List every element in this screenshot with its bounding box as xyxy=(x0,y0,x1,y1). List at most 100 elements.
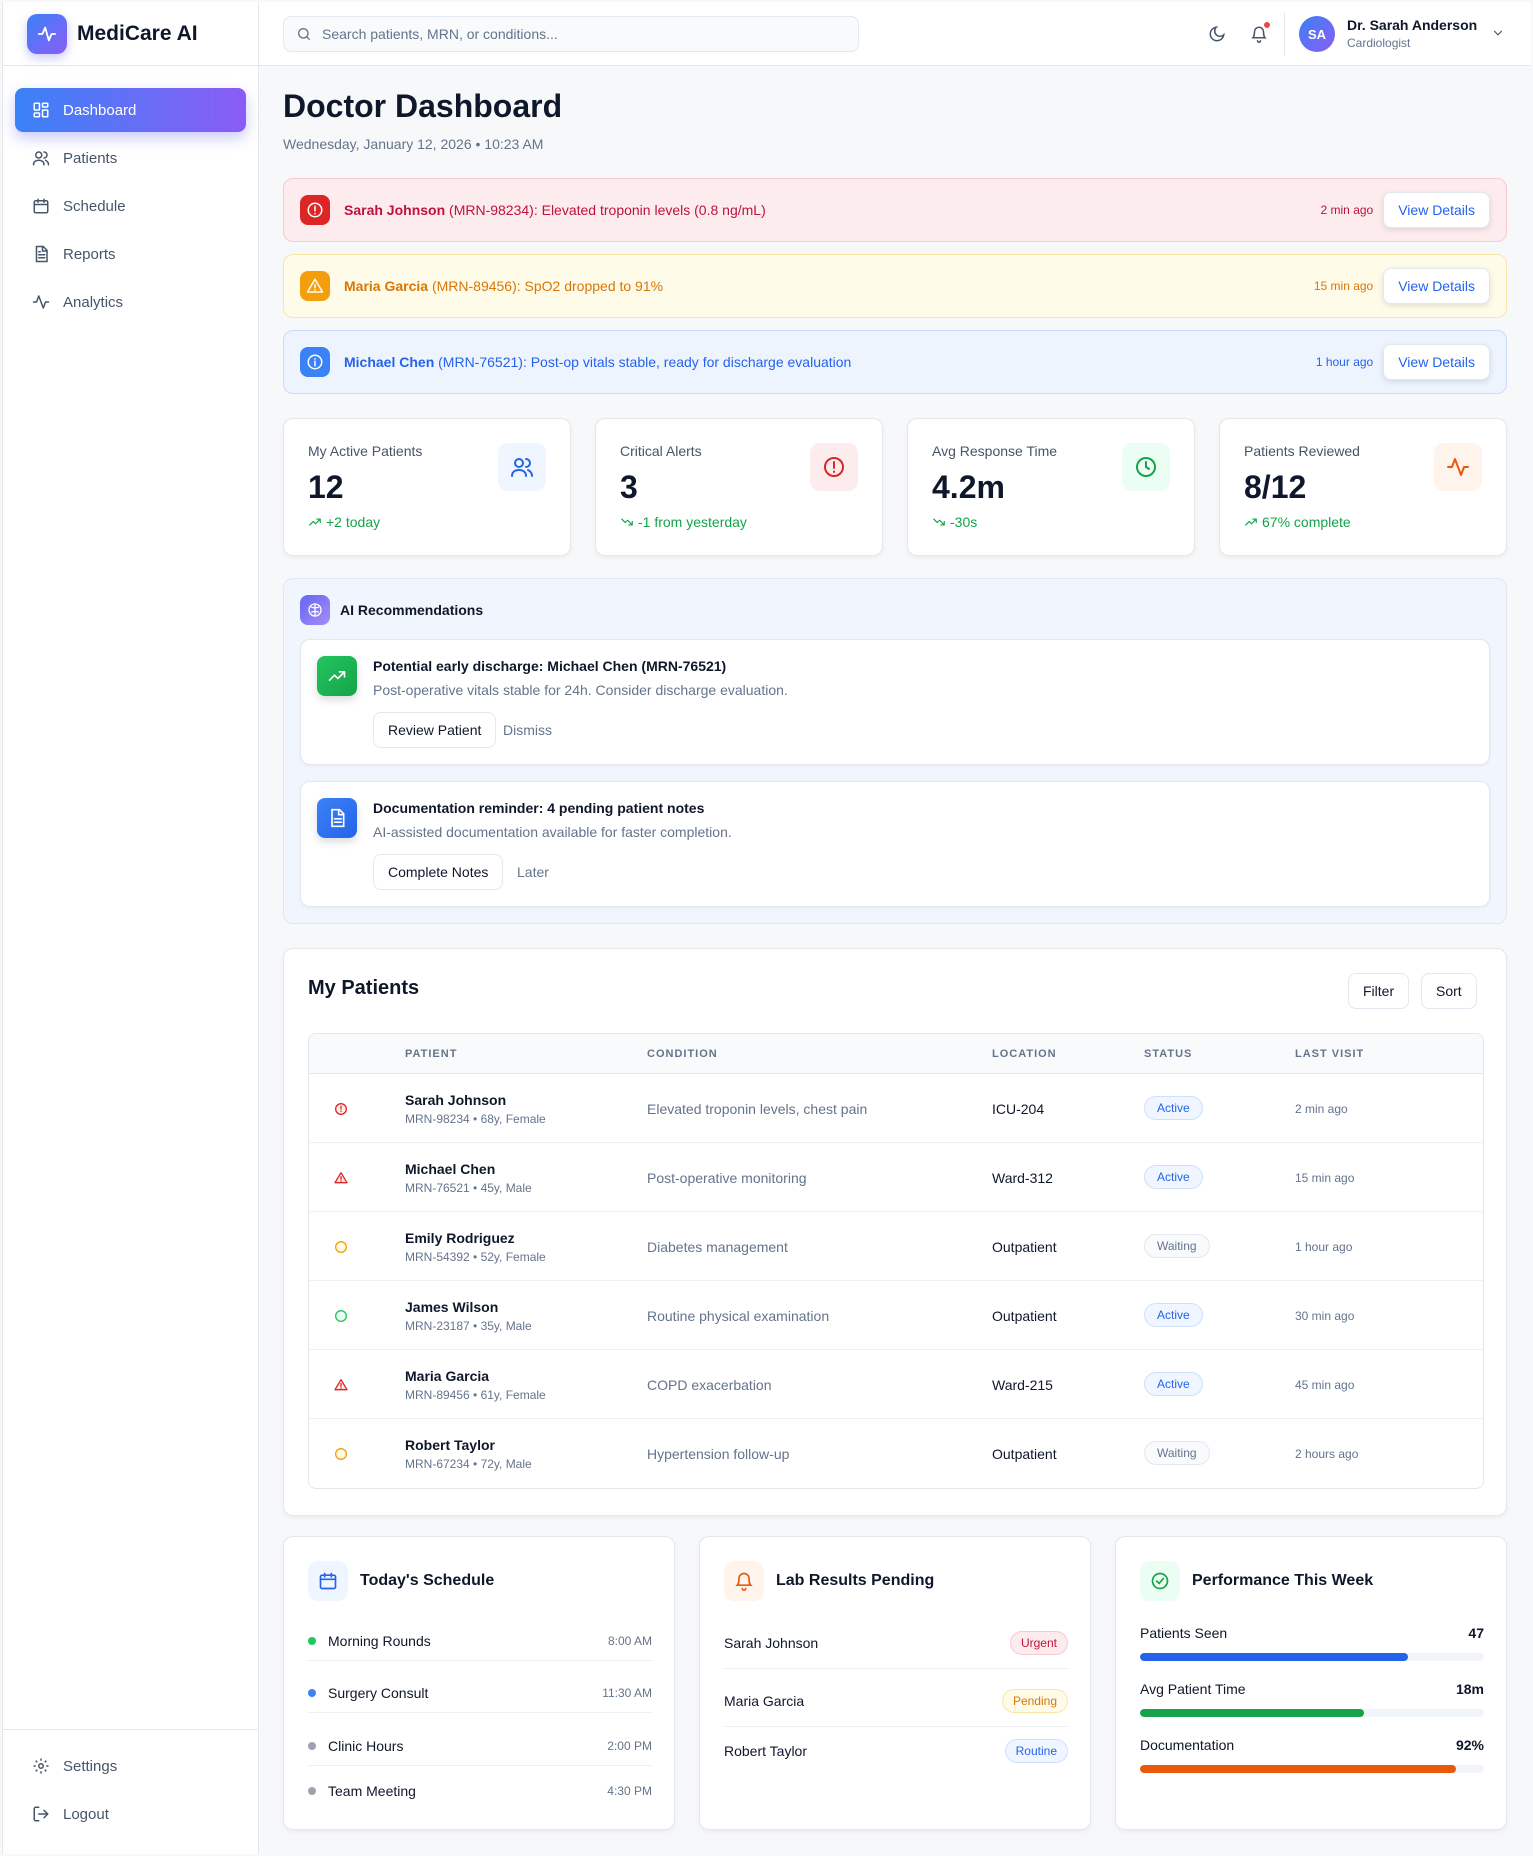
alert-time: 1 hour ago xyxy=(1315,355,1374,369)
lab-item[interactable]: Robert Taylor Routine xyxy=(724,1729,1068,1777)
dismiss-button[interactable]: Dismiss xyxy=(503,712,552,748)
column-header-last-visit[interactable]: LAST VISIT xyxy=(1295,1048,1364,1060)
ai-recommendations-panel: AI Recommendations Potential early disch… xyxy=(283,578,1507,924)
status-badge: Waiting xyxy=(1144,1234,1210,1258)
stat-card-active-patients[interactable]: My Active Patients 12 +2 today xyxy=(283,418,571,556)
sidebar-item-reports[interactable]: Reports xyxy=(15,232,246,276)
lab-patient-name: Robert Taylor xyxy=(724,1743,808,1759)
alert-critical: Sarah Johnson (MRN-98234): Elevated trop… xyxy=(283,178,1507,242)
brand[interactable]: MediCare AI xyxy=(3,2,258,66)
patient-condition: Routine physical examination xyxy=(647,1308,830,1324)
lab-item[interactable]: Maria Garcia Pending xyxy=(724,1679,1068,1727)
patient-condition: Post-operative monitoring xyxy=(647,1170,807,1186)
view-details-button[interactable]: View Details xyxy=(1383,268,1490,304)
alert-text: Sarah Johnson (MRN-98234): Elevated trop… xyxy=(344,202,1321,218)
patient-meta: MRN-89456 • 61y, Female xyxy=(405,1388,546,1402)
sidebar-item-schedule[interactable]: Schedule xyxy=(15,184,246,228)
table-row[interactable]: Sarah Johnson MRN-98234 • 68y, Female El… xyxy=(309,1074,1483,1143)
ai-recommendations-header: AI Recommendations xyxy=(300,595,483,625)
my-patients-panel: My Patients Filter Sort PATIENT CONDITIO… xyxy=(283,948,1507,1516)
alert-circle-icon xyxy=(810,443,858,491)
status-dot xyxy=(308,1787,316,1795)
trending-up-icon xyxy=(1244,515,1262,529)
sidebar-item-label: Logout xyxy=(63,1805,109,1823)
table-header: PATIENT CONDITION LOCATION STATUS LAST V… xyxy=(309,1034,1483,1074)
filter-button[interactable]: Filter xyxy=(1348,973,1410,1009)
patient-location: Ward-312 xyxy=(992,1170,1053,1186)
todays-schedule-card: Today's Schedule Morning Rounds 8:00 AM … xyxy=(283,1536,675,1830)
alert-text: Maria Garcia (MRN-89456): SpO2 dropped t… xyxy=(344,278,1314,294)
column-header-status[interactable]: STATUS xyxy=(1144,1048,1192,1060)
schedule-item-name: Clinic Hours xyxy=(328,1738,404,1754)
patient-last-visit: 45 min ago xyxy=(1295,1378,1355,1392)
sidebar-item-analytics[interactable]: Analytics xyxy=(15,280,246,324)
sidebar-item-settings[interactable]: Settings xyxy=(15,1744,246,1788)
stat-trend-text: 67% complete xyxy=(1262,514,1351,530)
table-row[interactable]: James Wilson MRN-23187 • 35y, Male Routi… xyxy=(309,1281,1483,1350)
search-box[interactable] xyxy=(283,16,859,52)
patient-last-visit: 15 min ago xyxy=(1295,1171,1355,1185)
column-header-condition[interactable]: CONDITION xyxy=(647,1048,718,1060)
view-details-button[interactable]: View Details xyxy=(1383,344,1490,380)
warning-triangle-icon xyxy=(333,1170,349,1186)
sidebar-item-label: Analytics xyxy=(63,293,124,311)
table-row[interactable]: Robert Taylor MRN-67234 • 72y, Male Hype… xyxy=(309,1419,1483,1488)
alert-patient-name: Sarah Johnson xyxy=(344,202,446,218)
pulse-logo-icon xyxy=(27,13,67,54)
brand-name: MediCare AI xyxy=(77,21,198,45)
calendar-icon xyxy=(31,196,51,216)
column-header-patient[interactable]: PATIENT xyxy=(405,1048,457,1060)
avatar[interactable]: SA xyxy=(1299,16,1335,52)
sidebar-item-dashboard[interactable]: Dashboard xyxy=(15,88,246,132)
stat-trend-text: -1 from yesterday xyxy=(638,514,747,530)
patient-meta: MRN-23187 • 35y, Male xyxy=(405,1319,532,1333)
schedule-item[interactable]: Team Meeting 4:30 PM xyxy=(308,1771,652,1811)
lab-item[interactable]: Sarah Johnson Urgent xyxy=(724,1621,1068,1669)
alert-patient-name: Maria Garcia xyxy=(344,278,429,294)
later-button[interactable]: Later xyxy=(517,854,549,890)
patient-name[interactable]: Emily Rodriguez xyxy=(405,1230,515,1246)
my-patients-title: My Patients xyxy=(308,977,420,999)
stat-trend: 67% complete xyxy=(1244,514,1482,530)
patient-name[interactable]: Sarah Johnson xyxy=(405,1092,506,1108)
table-row[interactable]: Michael Chen MRN-76521 • 45y, Male Post-… xyxy=(309,1143,1483,1212)
warning-triangle-icon xyxy=(300,271,330,301)
patient-name[interactable]: Michael Chen xyxy=(405,1161,495,1177)
sort-button[interactable]: Sort xyxy=(1421,973,1477,1009)
status-badge: Active xyxy=(1144,1096,1203,1120)
view-details-button[interactable]: View Details xyxy=(1383,192,1490,228)
lab-patient-name: Maria Garcia xyxy=(724,1693,805,1709)
alert-time: 15 min ago xyxy=(1313,279,1374,293)
review-patient-button[interactable]: Review Patient xyxy=(373,712,497,748)
logout-icon xyxy=(31,1804,51,1824)
patient-name[interactable]: James Wilson xyxy=(405,1299,498,1315)
alert-circle-icon xyxy=(333,1101,349,1117)
schedule-item[interactable]: Clinic Hours 2:00 PM xyxy=(308,1726,652,1766)
table-row[interactable]: Emily Rodriguez MRN-54392 • 52y, Female … xyxy=(309,1212,1483,1281)
schedule-item[interactable]: Morning Rounds 8:00 AM xyxy=(308,1621,652,1661)
ai-card-title: Potential early discharge: Michael Chen … xyxy=(373,658,727,674)
search-input[interactable] xyxy=(322,26,842,42)
sidebar-item-logout[interactable]: Logout xyxy=(15,1792,246,1836)
table-row[interactable]: Maria Garcia MRN-89456 • 61y, Female COP… xyxy=(309,1350,1483,1419)
users-icon xyxy=(498,443,546,491)
patient-name[interactable]: Maria Garcia xyxy=(405,1368,489,1384)
stat-card-avg-response[interactable]: Avg Response Time 4.2m -30s xyxy=(907,418,1195,556)
chevron-down-icon[interactable] xyxy=(1491,26,1505,40)
sidebar-item-label: Schedule xyxy=(63,197,126,215)
patient-name[interactable]: Robert Taylor xyxy=(405,1437,495,1453)
complete-notes-button[interactable]: Complete Notes xyxy=(373,854,504,890)
stat-card-patients-reviewed[interactable]: Patients Reviewed 8/12 67% complete xyxy=(1219,418,1507,556)
patient-last-visit: 1 hour ago xyxy=(1295,1240,1353,1254)
patient-location: ICU-204 xyxy=(992,1101,1045,1117)
calendar-icon xyxy=(308,1561,348,1601)
stat-card-critical-alerts[interactable]: Critical Alerts 3 -1 from yesterday xyxy=(595,418,883,556)
check-circle-icon xyxy=(1140,1561,1180,1601)
user-name[interactable]: Dr. Sarah Anderson xyxy=(1347,17,1477,33)
schedule-item-name: Surgery Consult xyxy=(328,1685,429,1701)
sidebar-item-patients[interactable]: Patients xyxy=(15,136,246,180)
column-header-location[interactable]: LOCATION xyxy=(992,1048,1057,1060)
schedule-item[interactable]: Surgery Consult 11:30 AM xyxy=(308,1673,652,1713)
notifications-button[interactable] xyxy=(1245,20,1273,48)
dark-mode-toggle[interactable] xyxy=(1203,20,1231,48)
